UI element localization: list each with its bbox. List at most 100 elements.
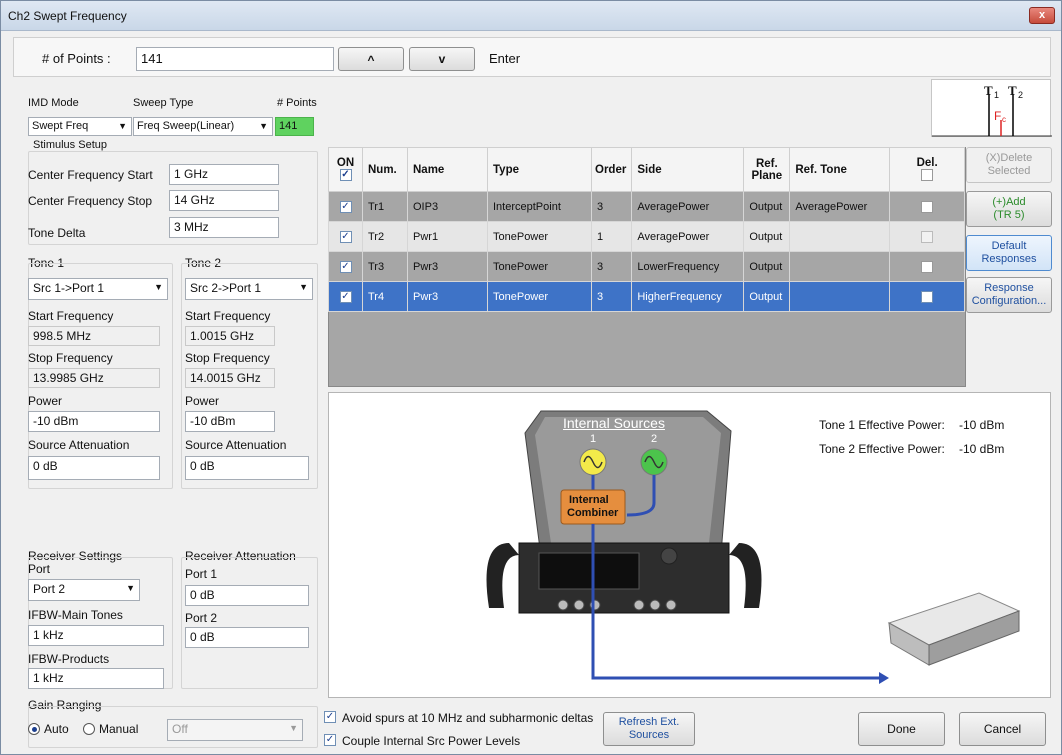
tone-marker-diagram: T 1 T 2 F c — [931, 79, 1052, 137]
response-config-button[interactable]: Response Configuration... — [966, 277, 1052, 313]
points-up-button[interactable]: ^ — [338, 47, 404, 71]
col-type: Type — [487, 147, 592, 192]
atten-port2-label: Port 2 — [185, 611, 218, 625]
tone2-stop-label: Stop Frequency — [185, 351, 270, 365]
imd-mode-select[interactable]: Swept Freq ▼ — [28, 117, 132, 136]
close-button[interactable]: x — [1029, 7, 1055, 24]
col-on-label: ON — [336, 157, 355, 170]
tone-delta-label: Tone Delta — [28, 226, 86, 240]
chevron-down-icon: ▼ — [118, 121, 127, 131]
add-trace-button[interactable]: (+)Add (TR 5) — [966, 191, 1052, 227]
points-label: # Points — [277, 97, 317, 109]
cancel-button[interactable]: Cancel — [959, 712, 1046, 746]
receiver-port-value: Port 2 — [33, 582, 66, 596]
table-row[interactable]: ✓ Tr2 Pwr1 TonePower 1 AveragePower Outp… — [328, 221, 965, 252]
tone2-atten-input[interactable]: 0 dB — [185, 456, 309, 480]
default-responses-line2: Responses — [981, 253, 1037, 265]
tone1-source-value: Src 1->Port 1 — [33, 281, 105, 295]
marker-t2: T — [1008, 83, 1017, 98]
row-on-checkbox[interactable]: ✓ — [339, 230, 352, 243]
row-name: OIP3 — [407, 191, 488, 222]
left-handle — [486, 543, 519, 608]
internal-sources-title: Internal Sources — [563, 415, 665, 431]
sweep-type-select[interactable]: Freq Sweep(Linear) ▼ — [133, 117, 273, 136]
row-type: InterceptPoint — [487, 191, 592, 222]
row-num: Tr1 — [362, 191, 408, 222]
row-on-cell: ✓ — [328, 251, 363, 282]
tone1-start-label: Start Frequency — [28, 309, 114, 323]
tone2-start-value: 1.0015 GHz — [185, 326, 275, 346]
right-handle — [729, 543, 762, 608]
ifbw-main-input[interactable]: 1 kHz — [28, 625, 164, 646]
atten-port1-input[interactable]: 0 dB — [185, 585, 309, 606]
manual-radio[interactable] — [83, 723, 95, 735]
chevron-down-icon: ▼ — [259, 121, 268, 131]
delete-selected-button[interactable]: (X)Delete Selected — [966, 147, 1052, 183]
tone2-start-label: Start Frequency — [185, 309, 271, 323]
row-side: LowerFrequency — [631, 251, 745, 282]
select-all-checkbox[interactable]: ✓ — [339, 169, 352, 182]
row-name: Pwr3 — [407, 281, 488, 312]
table-row[interactable]: ✓ Tr1 OIP3 InterceptPoint 3 AveragePower… — [328, 191, 965, 222]
delete-selected-line2: Selected — [987, 165, 1031, 177]
row-on-checkbox[interactable]: ✓ — [339, 200, 352, 213]
refresh-sources-button[interactable]: Refresh Ext. Sources — [603, 712, 695, 746]
row-del-checkbox[interactable] — [921, 230, 934, 243]
cf-stop-label: Center Frequency Stop — [28, 194, 153, 208]
col-del-label: Del. — [916, 157, 938, 170]
gain-value: Off — [172, 722, 188, 736]
tone2-source-select[interactable]: Src 2->Port 1 ▼ — [185, 278, 313, 300]
row-del-checkbox[interactable] — [921, 200, 934, 213]
tone-delta-input[interactable]: 3 MHz — [169, 217, 279, 238]
row-del-checkbox[interactable] — [921, 290, 934, 303]
row-plane: Output — [743, 191, 791, 222]
imd-mode-value: Swept Freq — [32, 120, 89, 132]
row-tone: AveragePower — [789, 191, 891, 222]
couple-power-label: Couple Internal Src Power Levels — [342, 734, 521, 748]
cf-start-input[interactable]: 1 GHz — [169, 164, 279, 185]
ifbw-products-input[interactable]: 1 kHz — [28, 668, 164, 689]
row-side: HigherFrequency — [631, 281, 745, 312]
gain-value-select[interactable]: Off ▼ — [167, 719, 303, 741]
row-del-cell — [889, 281, 965, 312]
tone1-stop-value: 13.9985 GHz — [28, 368, 160, 388]
default-responses-button[interactable]: Default Responses — [966, 235, 1052, 271]
table-row-selected[interactable]: ✓ Tr4 Pwr3 TonePower 3 HigherFrequency O… — [328, 281, 965, 312]
tone1-eff-power-value: -10 dBm — [959, 418, 1005, 432]
tone1-atten-input[interactable]: 0 dB — [28, 456, 160, 480]
cf-stop-input[interactable]: 14 GHz — [169, 190, 279, 211]
table-row[interactable]: ✓ Tr3 Pwr3 TonePower 3 LowerFrequency Ou… — [328, 251, 965, 282]
done-button[interactable]: Done — [858, 712, 945, 746]
avoid-spurs-checkbox[interactable]: ✓ — [324, 711, 336, 723]
receiver-port-select[interactable]: Port 2 ▼ — [28, 579, 140, 601]
tone2-power-input[interactable]: -10 dBm — [185, 411, 275, 432]
enter-button[interactable]: Enter — [489, 51, 520, 66]
delete-all-checkbox[interactable] — [921, 169, 934, 182]
row-tone — [789, 221, 891, 252]
refresh-line1: Refresh Ext. — [618, 716, 680, 728]
points-toolbar-input[interactable]: 141 — [136, 47, 334, 71]
tone2-power-label: Power — [185, 394, 220, 408]
row-on-checkbox[interactable]: ✓ — [339, 290, 352, 303]
add-trace-line2: (TR 5) — [993, 209, 1025, 221]
tone1-atten-label: Source Attenuation — [28, 438, 130, 452]
row-on-checkbox[interactable]: ✓ — [339, 260, 352, 273]
refresh-line2: Sources — [628, 729, 670, 741]
tone1-power-input[interactable]: -10 dBm — [28, 411, 160, 432]
col-name: Name — [407, 147, 488, 192]
row-name: Pwr1 — [407, 221, 488, 252]
tone1-eff-power-label: Tone 1 Effective Power: — [819, 418, 945, 432]
row-num: Tr4 — [362, 281, 408, 312]
points-down-button[interactable]: v — [409, 47, 475, 71]
tone1-source-select[interactable]: Src 1->Port 1 ▼ — [28, 278, 168, 300]
trace-table: ON ✓ Num. Name Type Order Side Ref. Plan… — [328, 147, 965, 312]
couple-power-checkbox[interactable]: ✓ — [324, 734, 336, 746]
ifbw-products-label: IFBW-Products — [28, 652, 110, 666]
col-num: Num. — [362, 147, 408, 192]
atten-port2-input[interactable]: 0 dB — [185, 627, 309, 648]
row-order: 3 — [590, 191, 633, 222]
window-title: Ch2 Swept Frequency — [8, 9, 127, 23]
row-del-checkbox[interactable] — [921, 260, 934, 273]
auto-radio[interactable] — [28, 723, 40, 735]
points-value-field: 141 — [275, 117, 314, 136]
